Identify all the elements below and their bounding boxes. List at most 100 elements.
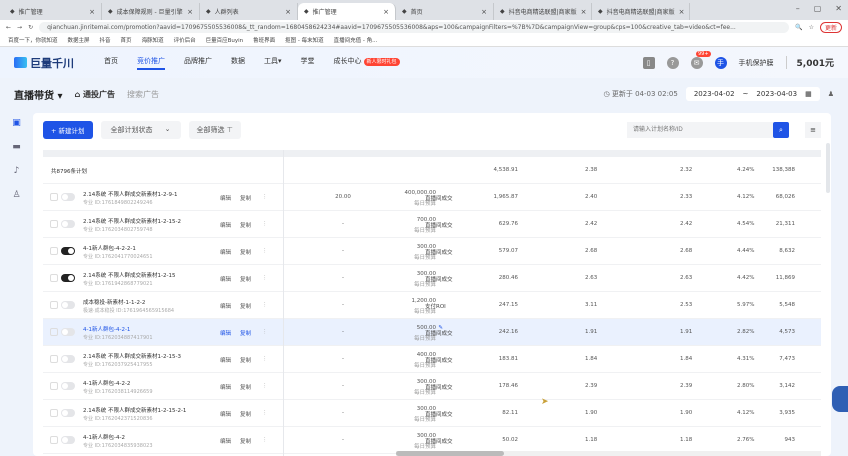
plan-toggle[interactable] — [61, 301, 75, 309]
browser-tab[interactable]: ◆ 抖音电商精选联盟|商家版 × — [494, 3, 592, 20]
nav-item[interactable]: 首页 — [104, 56, 118, 70]
browser-tab[interactable]: ◆ 推广管理 × — [298, 3, 396, 20]
row-checkbox[interactable] — [50, 247, 58, 255]
update-button[interactable]: 更新 — [819, 21, 842, 33]
row-checkbox[interactable] — [50, 301, 58, 309]
table-row[interactable]: 4-1新人群包-4-2-1 专业 ID:1762034887417901 编辑 复制 ⋮… — [43, 319, 821, 346]
more-icon[interactable]: ⋮ — [262, 302, 268, 308]
plan-toggle[interactable] — [61, 274, 75, 282]
nav-item[interactable]: 品牌推广 — [184, 56, 212, 70]
plan-name[interactable]: 4-1新人群包-4-2-2-1 — [83, 244, 136, 252]
column-settings-icon[interactable]: ≡ — [805, 122, 821, 138]
minimize-icon[interactable]: – — [796, 4, 800, 13]
zoom-icon[interactable]: 🔍 — [795, 24, 802, 31]
plan-toggle[interactable] — [61, 193, 75, 201]
search-input[interactable] — [627, 122, 773, 138]
table-row[interactable]: 2.14系统 不限人群成交新素材1-2-15-2-1 专业 ID:17620423… — [43, 400, 821, 427]
row-checkbox[interactable] — [50, 355, 58, 363]
plan-name[interactable]: 2.14系统 不限人群成交新素材1-2-15-2-1 — [83, 406, 186, 414]
close-tab-icon[interactable]: × — [187, 8, 193, 16]
bookmark-item[interactable]: 鲁班界面 — [253, 36, 275, 44]
browser-tab[interactable]: ◆ 抖音电商精选联盟|商家版 × — [592, 3, 690, 20]
plan-toggle[interactable] — [61, 436, 75, 444]
close-window-icon[interactable]: ✕ — [835, 4, 842, 13]
table-row[interactable]: 4-1新人群包-4-2-2-1 专业 ID:1762041770024651 编辑 复… — [43, 238, 821, 265]
url-input[interactable]: qianchuan.jinritemai.com/promotion?aavid… — [39, 21, 790, 33]
back-icon[interactable]: ← — [6, 24, 11, 31]
edit-link[interactable]: 编辑 — [220, 329, 231, 337]
plan-name[interactable]: 2.14系统 不限人群成交新素材1-2-15-2 — [83, 217, 181, 225]
nav-item[interactable]: 学堂 — [301, 56, 315, 70]
row-checkbox[interactable] — [50, 220, 58, 228]
row-checkbox[interactable] — [50, 274, 58, 282]
bookmark-item[interactable]: 海豚知道 — [142, 36, 164, 44]
row-checkbox[interactable] — [50, 382, 58, 390]
table-row[interactable]: 成本稳投-新素材-1-1-2-2 极速·成本稳投 ID:1761964565915… — [43, 292, 821, 319]
plan-name[interactable]: 4-1新人群包-4-2-1 — [83, 325, 130, 333]
bookmark-item[interactable]: 直播间充值 - 角... — [334, 36, 378, 44]
scrollbar-thumb[interactable] — [396, 451, 504, 456]
reload-icon[interactable]: ↻ — [28, 24, 33, 31]
browser-tab[interactable]: ◆ 成本保障规则 - 巨量引擎 × — [102, 3, 200, 20]
edit-link[interactable]: 编辑 — [220, 356, 231, 364]
plan-name[interactable]: 4-1新人群包-4-2 — [83, 433, 125, 441]
plan-toggle[interactable] — [61, 355, 75, 363]
forward-icon[interactable]: → — [17, 24, 22, 31]
more-icon[interactable]: ⋮ — [262, 383, 268, 389]
horizontal-scrollbar[interactable] — [396, 451, 821, 456]
message-icon[interactable]: ✉ 99+ — [690, 50, 711, 69]
bookmark-item[interactable]: 百度一下，你就知道 — [8, 36, 58, 44]
bookmark-item[interactable]: 抠图 - 每末知道 — [285, 36, 323, 44]
logo[interactable]: 巨量千川 — [14, 55, 104, 71]
copy-link[interactable]: 复制 — [240, 275, 251, 283]
row-checkbox[interactable] — [50, 436, 58, 444]
more-icon[interactable]: ⋮ — [262, 221, 268, 227]
user-icon[interactable]: ♙ — [12, 190, 20, 200]
edit-link[interactable]: 编辑 — [220, 221, 231, 229]
copy-link[interactable]: 复制 — [240, 410, 251, 418]
plan-toggle[interactable] — [61, 382, 75, 390]
more-icon[interactable]: ⋮ — [262, 329, 268, 335]
vertical-scrollbar[interactable] — [826, 143, 830, 193]
row-checkbox[interactable] — [50, 328, 58, 336]
nav-item[interactable]: 工具▾ — [264, 56, 282, 70]
copy-link[interactable]: 复制 — [240, 356, 251, 364]
copy-link[interactable]: 复制 — [240, 437, 251, 445]
bookmark-item[interactable]: 数据主屏 — [68, 36, 90, 44]
copy-link[interactable]: 复制 — [240, 329, 251, 337]
new-plan-button[interactable]: + 新建计划 — [43, 121, 93, 139]
copy-link[interactable]: 复制 — [240, 221, 251, 229]
folder-icon[interactable]: ▬ — [12, 142, 21, 152]
edit-link[interactable]: 编辑 — [220, 194, 231, 202]
table-row[interactable]: 2.14系统 不限人群成交新素材1-2-15-3 专业 ID:1762037925… — [43, 346, 821, 373]
edit-link[interactable]: 编辑 — [220, 437, 231, 445]
search-button[interactable]: ⌕ — [773, 122, 789, 138]
date-range-picker[interactable]: 2023-04-02 ~2023-04-03 ▦ — [685, 87, 820, 101]
copy-link[interactable]: 复制 — [240, 302, 251, 310]
table-row[interactable]: 4-1新人群包-4-2 专业 ID:1762034835938023 编辑 复制 ⋮ -3… — [43, 427, 821, 454]
close-tab-icon[interactable]: × — [581, 8, 587, 16]
more-icon[interactable]: ⋮ — [262, 248, 268, 254]
help-icon[interactable]: ? — [666, 56, 679, 69]
edit-link[interactable]: 编辑 — [220, 275, 231, 283]
copy-link[interactable]: 复制 — [240, 248, 251, 256]
plan-name[interactable]: 2.14系统 不限人群成交新素材1-2-15 — [83, 271, 175, 279]
plan-toggle[interactable] — [61, 247, 75, 255]
row-checkbox[interactable] — [50, 193, 58, 201]
browser-tab[interactable]: ◆ 人群列表 × — [200, 3, 298, 20]
table-row[interactable]: 2.14系统 不限人群成交新素材1-2-15 专业 ID:176194286877… — [43, 265, 821, 292]
bell-icon[interactable]: ♟ — [828, 90, 834, 98]
table-row[interactable]: 2.14系统 不限人群成交新素材1-2-15-2 专业 ID:1762034802… — [43, 211, 821, 238]
status-filter-select[interactable]: 全部计划状态 ⌄ — [100, 121, 181, 139]
star-icon[interactable]: ☆ — [809, 24, 814, 31]
plan-name[interactable]: 4-1新人群包-4-2-2 — [83, 379, 130, 387]
bookmark-item[interactable]: 巨量百应Buyin — [206, 36, 244, 44]
marketing-goal-dropdown[interactable]: 直播带货 ▾ — [14, 87, 63, 102]
plan-name[interactable]: 2.14系统 不限人群成交新素材1-2-15-3 — [83, 352, 181, 360]
close-tab-icon[interactable]: × — [481, 8, 487, 16]
tab-search-ads[interactable]: 搜索广告 — [127, 89, 159, 100]
table-row[interactable]: 4-1新人群包-4-2-2 专业 ID:1762038114926659 编辑 复制 ⋮… — [43, 373, 821, 400]
account-name[interactable]: 手机保护膜 — [739, 58, 774, 68]
row-checkbox[interactable] — [50, 409, 58, 417]
browser-tab[interactable]: ◆ 推广管理 × — [4, 3, 102, 20]
